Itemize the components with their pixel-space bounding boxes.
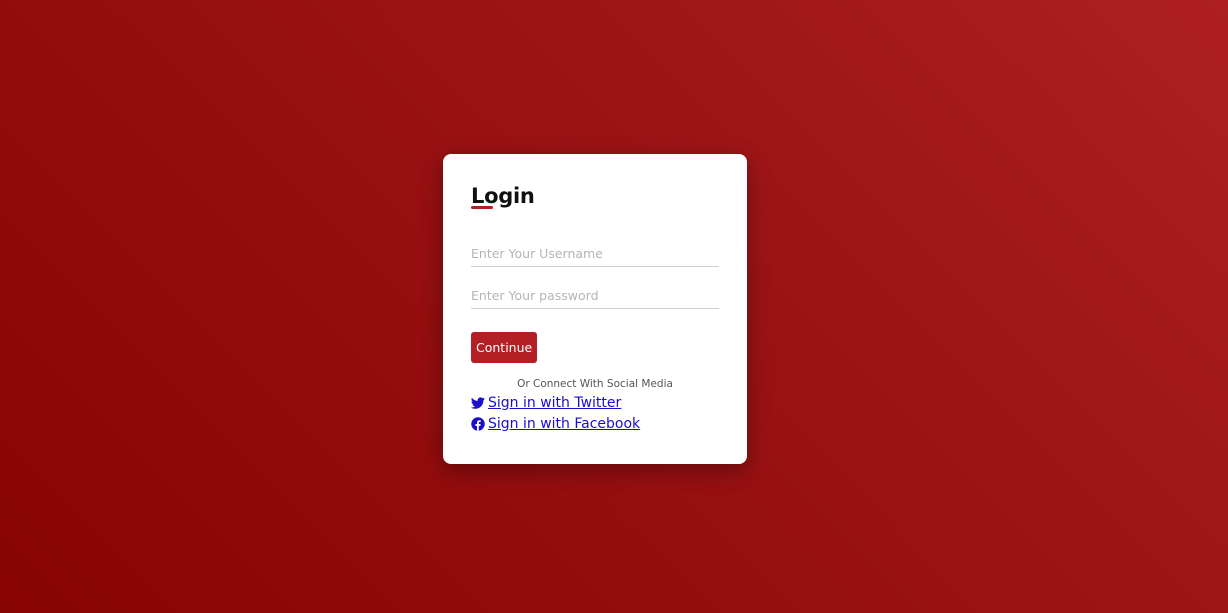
twitter-signin-label: Sign in with Twitter (488, 395, 622, 411)
twitter-icon (471, 397, 485, 409)
continue-button[interactable]: Continue (471, 332, 538, 363)
login-card: Login Continue Or Connect With Social Me… (443, 154, 747, 464)
facebook-signin-link[interactable]: Sign in with Facebook (471, 416, 640, 432)
title-underline (471, 206, 493, 209)
login-title: Login (471, 184, 535, 208)
facebook-icon (471, 417, 485, 431)
social-caption: Or Connect With Social Media (517, 378, 673, 390)
twitter-signin-link[interactable]: Sign in with Twitter (471, 395, 621, 411)
facebook-signin-label: Sign in with Facebook (488, 416, 641, 432)
username-input[interactable] (471, 240, 719, 267)
password-input[interactable] (471, 282, 719, 309)
